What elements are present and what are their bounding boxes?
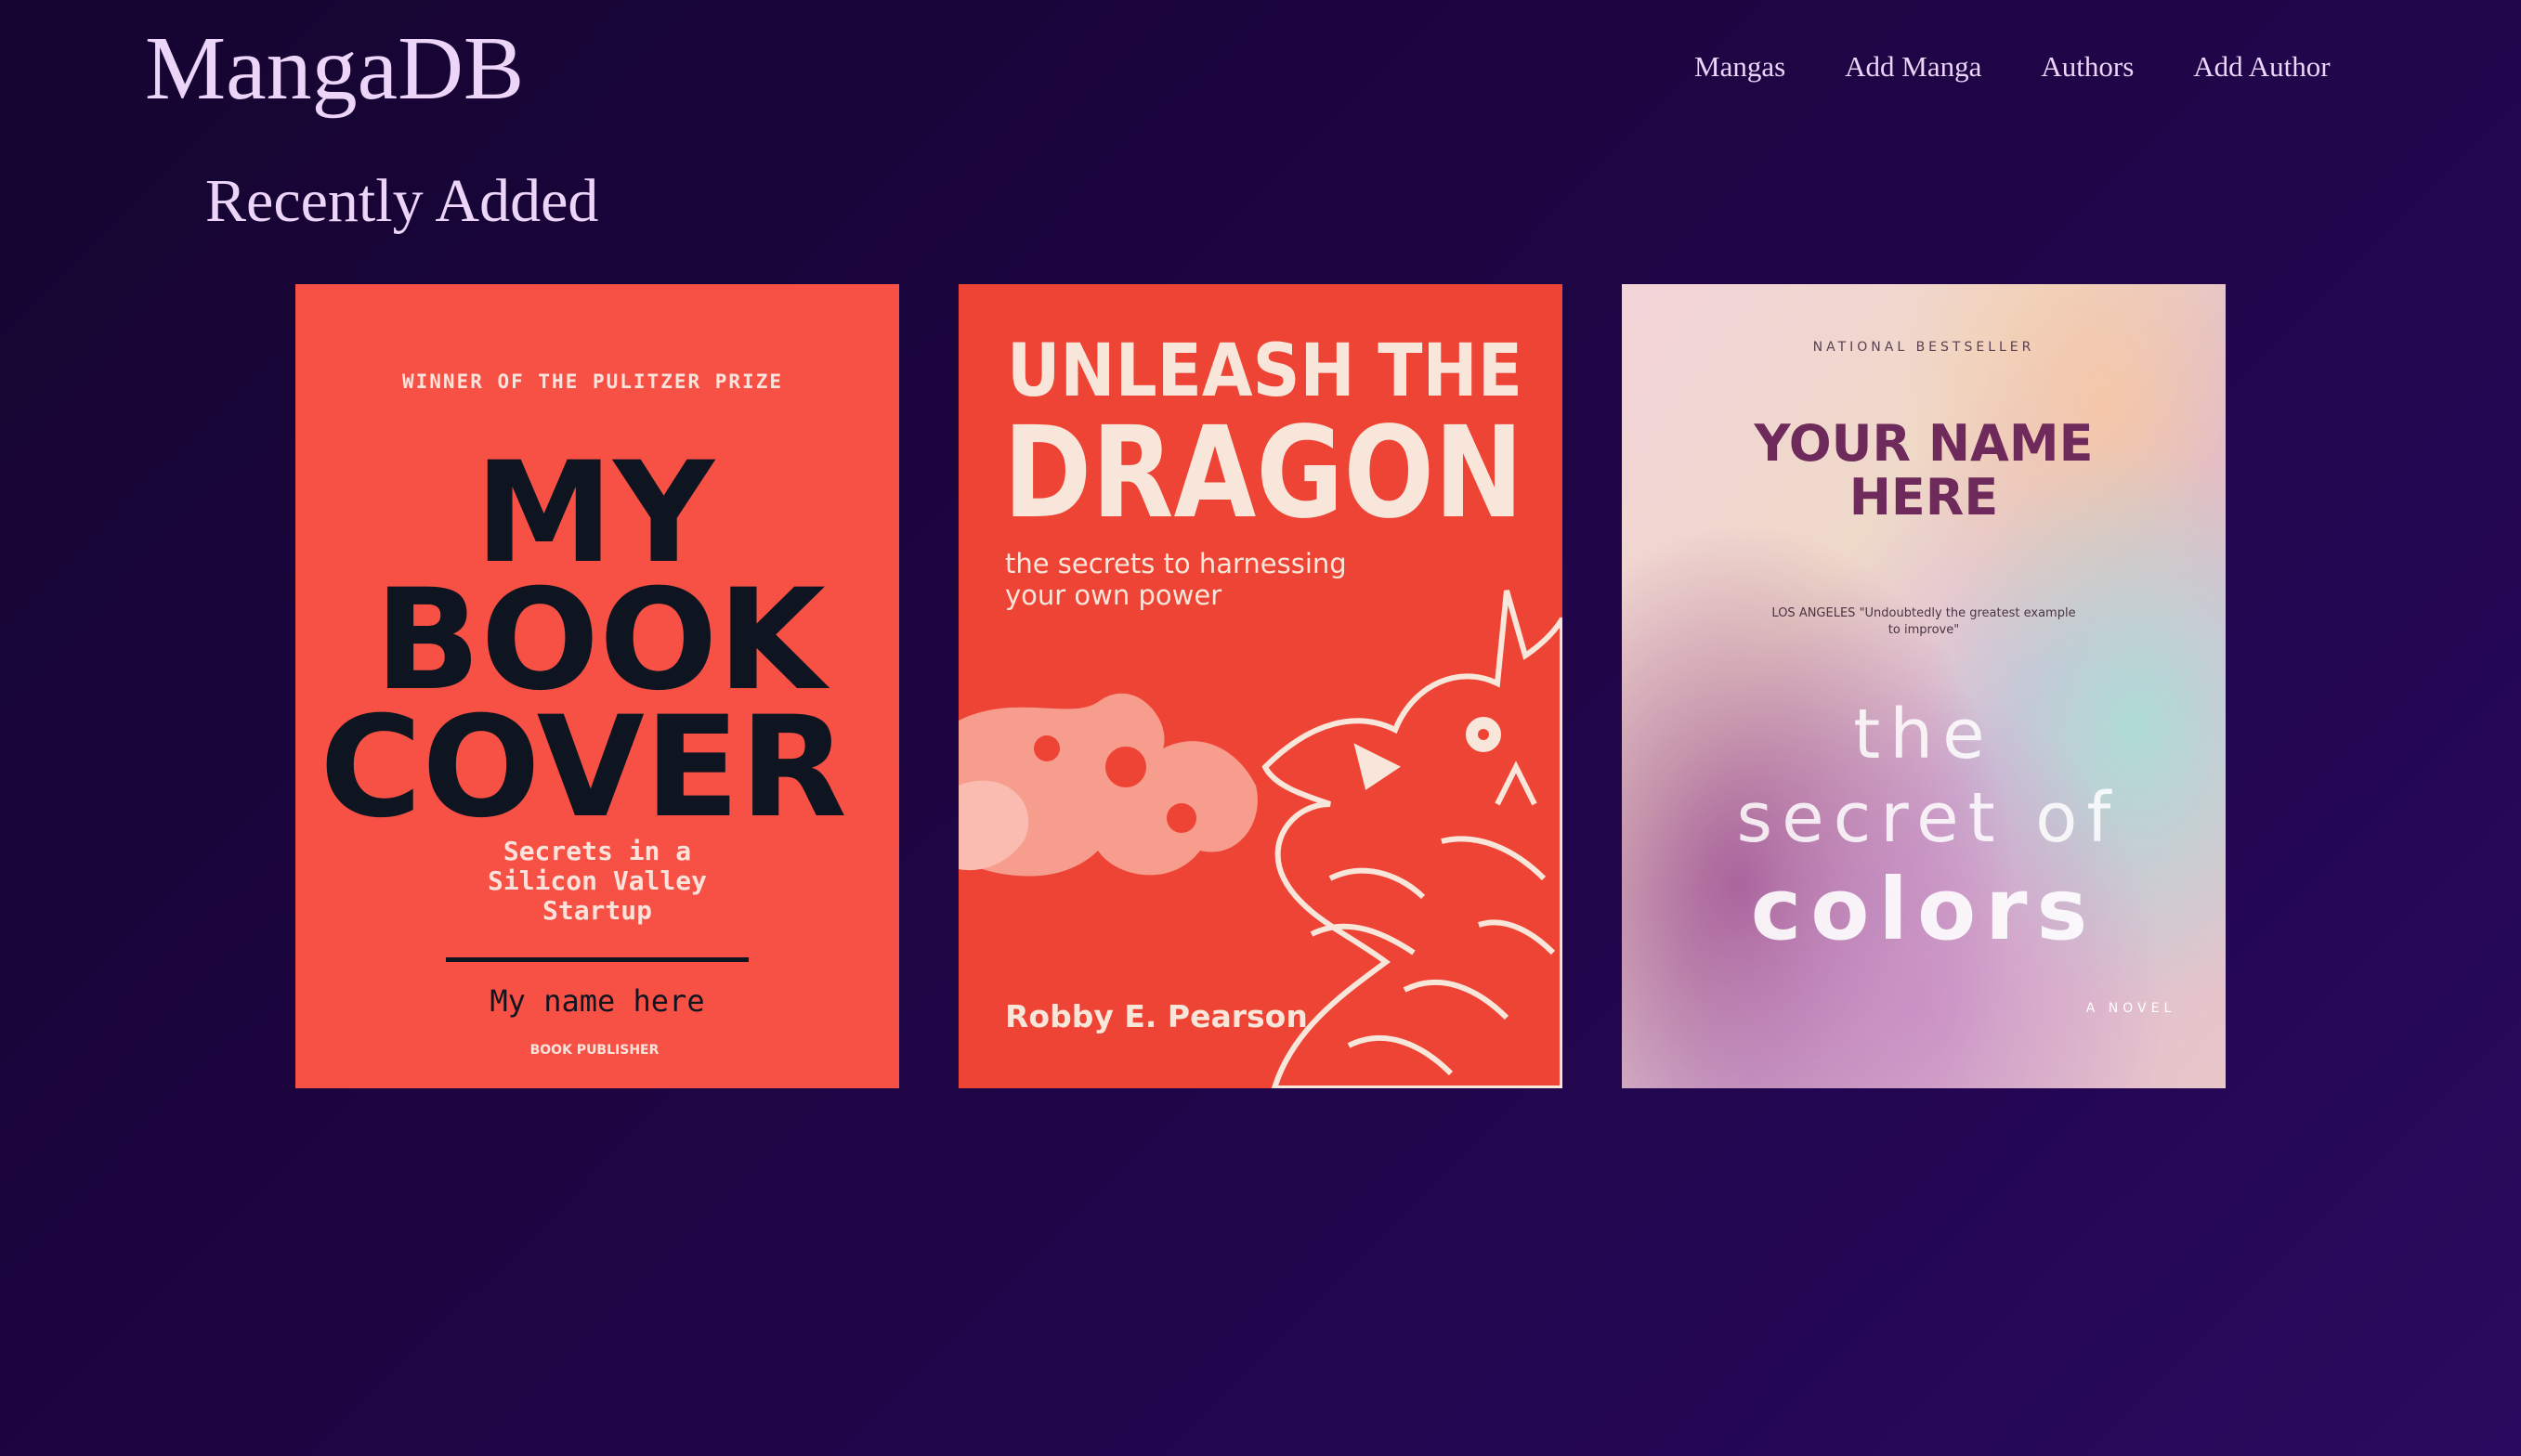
cover-quote-line: to improve" — [1888, 623, 1959, 637]
cover-author-line: HERE — [1849, 468, 1999, 526]
cover-title-line: COVER — [320, 687, 847, 849]
cover-title-line: colors — [1751, 860, 2097, 959]
manga-cover-card[interactable]: UNLEASH THE DRAGON the secrets to harnes… — [959, 284, 1562, 1088]
cover-publisher: BOOK PUBLISHER — [530, 1043, 660, 1058]
cover-title-line: the — [1853, 695, 1993, 774]
cover-author-line: YOUR NAME — [1754, 414, 2094, 473]
cover-subtitle-line: your own power — [1005, 579, 1221, 611]
book-cover-image: WINNER OF THE PULITZER PRIZE MY BOOK COV… — [295, 284, 899, 1088]
nav-link-mangas[interactable]: Mangas — [1694, 45, 1785, 89]
cover-subtitle-line: Secrets in a — [503, 836, 691, 866]
cover-subtitle-line: Startup — [542, 895, 652, 926]
cover-author: My name here — [490, 983, 704, 1019]
nav-link-add-author[interactable]: Add Author — [2193, 45, 2330, 89]
cover-kicker: NATIONAL BESTSELLER — [1813, 340, 2035, 355]
section-title-recently-added: Recently Added — [205, 167, 599, 235]
book-cover-image: UNLEASH THE DRAGON the secrets to harnes… — [959, 284, 1562, 1088]
cover-prize-text: WINNER OF THE PULITZER PRIZE — [402, 370, 783, 393]
main-nav: Mangas Add Manga Authors Add Author — [1694, 45, 2331, 89]
header: MangaDB Mangas Add Manga Authors Add Aut… — [0, 0, 2521, 139]
cover-author: Robby E. Pearson — [1005, 998, 1308, 1034]
cover-title-line: DRAGON — [1003, 400, 1523, 547]
manga-cover-card[interactable]: NATIONAL BESTSELLER YOUR NAME HERE LOS A… — [1622, 284, 2226, 1088]
nav-link-add-manga[interactable]: Add Manga — [1845, 45, 1981, 89]
cover-quote-line: LOS ANGELES "Undoubtedly the greatest ex… — [1771, 606, 2075, 620]
cover-title-line: secret of — [1737, 778, 2121, 858]
nav-link-authors[interactable]: Authors — [2041, 45, 2134, 89]
cover-divider — [446, 957, 749, 962]
cover-tag: A NOVEL — [2086, 1001, 2176, 1016]
cover-subtitle-line: the secrets to harnessing — [1005, 548, 1347, 579]
site-logo[interactable]: MangaDB — [145, 13, 524, 124]
cover-subtitle-line: Silicon Valley — [488, 865, 707, 896]
recently-added-grid: WINNER OF THE PULITZER PRIZE MY BOOK COV… — [295, 284, 2226, 1088]
book-cover-image: NATIONAL BESTSELLER YOUR NAME HERE LOS A… — [1622, 284, 2226, 1088]
manga-cover-card[interactable]: WINNER OF THE PULITZER PRIZE MY BOOK COV… — [295, 284, 899, 1088]
